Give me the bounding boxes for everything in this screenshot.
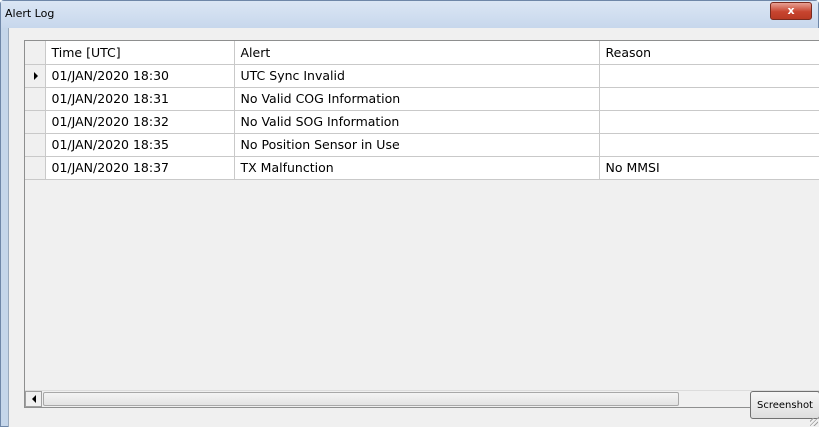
cell-reason[interactable]: No MMSI xyxy=(598,155,819,180)
table-row[interactable]: 01/JAN/2020 18:31 No Valid COG Informati… xyxy=(25,86,819,111)
cell-time[interactable]: 01/JAN/2020 18:31 xyxy=(44,86,235,111)
alert-grid[interactable]: Time [UTC] Alert Reason 01/JAN/2020 18:3… xyxy=(24,40,819,408)
row-header[interactable] xyxy=(25,86,46,111)
cell-reason[interactable] xyxy=(598,86,819,111)
row-header[interactable] xyxy=(25,132,46,157)
row-header[interactable] xyxy=(25,109,46,134)
cell-alert[interactable]: No Valid SOG Information xyxy=(233,109,600,134)
scrollbar-thumb[interactable] xyxy=(43,392,679,406)
resize-grip-icon[interactable] xyxy=(810,418,818,426)
column-header-time[interactable]: Time [UTC] xyxy=(44,41,235,65)
table-row[interactable]: 01/JAN/2020 18:32 No Valid SOG Informati… xyxy=(25,109,819,134)
window-title: Alert Log xyxy=(5,7,55,20)
cell-reason[interactable] xyxy=(598,63,819,88)
cell-reason[interactable] xyxy=(598,132,819,157)
row-header-corner[interactable] xyxy=(25,41,46,65)
table-row[interactable]: 01/JAN/2020 18:37 TX Malfunction No MMSI xyxy=(25,155,819,180)
title-bar: Alert Log x xyxy=(1,1,818,28)
current-row-indicator-icon xyxy=(33,72,38,80)
cell-reason[interactable] xyxy=(598,109,819,134)
cell-alert[interactable]: No Position Sensor in Use xyxy=(233,132,600,157)
close-icon: x xyxy=(787,4,795,17)
column-header-alert[interactable]: Alert xyxy=(233,41,600,65)
cell-time[interactable]: 01/JAN/2020 18:37 xyxy=(44,155,235,180)
scroll-left-button[interactable] xyxy=(25,391,42,407)
cell-time[interactable]: 01/JAN/2020 18:35 xyxy=(44,132,235,157)
row-header[interactable] xyxy=(25,155,46,180)
cell-alert[interactable]: UTC Sync Invalid xyxy=(233,63,600,88)
cell-time[interactable]: 01/JAN/2020 18:30 xyxy=(44,63,235,88)
horizontal-scrollbar[interactable] xyxy=(25,390,819,407)
alert-table: Time [UTC] Alert Reason 01/JAN/2020 18:3… xyxy=(25,41,819,180)
cell-alert[interactable]: TX Malfunction xyxy=(233,155,600,180)
table-row[interactable]: 01/JAN/2020 18:30 UTC Sync Invalid xyxy=(25,63,819,88)
column-header-reason[interactable]: Reason xyxy=(598,41,819,65)
cell-time[interactable]: 01/JAN/2020 18:32 xyxy=(44,109,235,134)
cell-alert[interactable]: No Valid COG Information xyxy=(233,86,600,111)
client-area: Time [UTC] Alert Reason 01/JAN/2020 18:3… xyxy=(8,28,819,427)
scroll-left-icon xyxy=(31,395,36,403)
close-button[interactable]: x xyxy=(770,2,812,20)
table-row[interactable]: 01/JAN/2020 18:35 No Position Sensor in … xyxy=(25,132,819,157)
alert-log-window: Alert Log x Time [UTC] Alert Reason 01/J… xyxy=(0,0,819,427)
row-header[interactable] xyxy=(25,63,46,88)
header-row: Time [UTC] Alert Reason xyxy=(25,41,819,65)
screenshot-button[interactable]: Screenshot xyxy=(750,391,819,419)
